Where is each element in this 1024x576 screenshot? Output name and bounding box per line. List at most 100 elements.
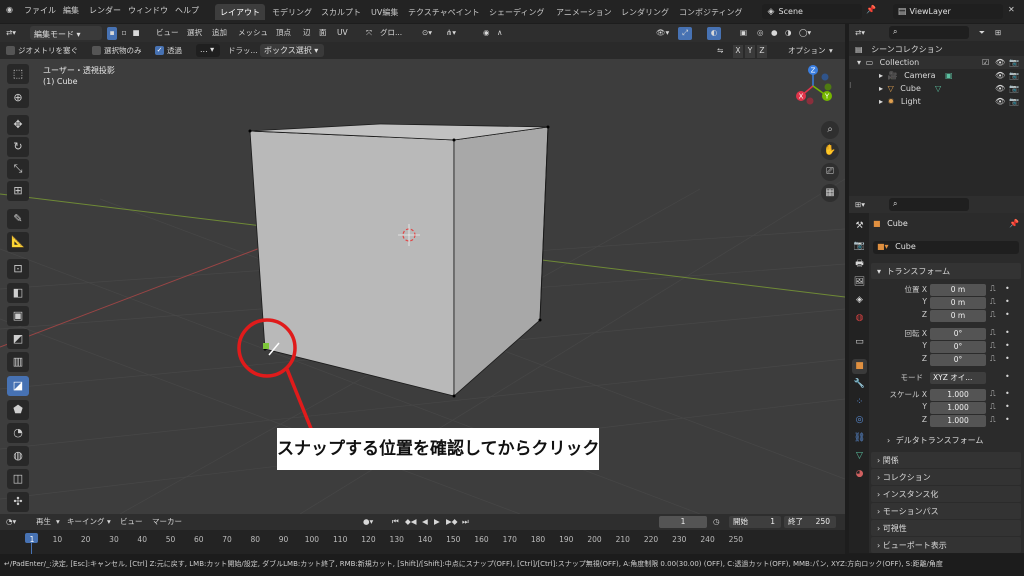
menu-edge[interactable]: 辺 (303, 27, 311, 40)
gizmo-toggle-icon[interactable]: ⤢ (678, 27, 692, 40)
annotate-tool-icon[interactable]: ✎ (7, 209, 29, 229)
start-frame-field[interactable]: 開始 1 (729, 516, 781, 528)
edge-slide-tool-icon[interactable]: ◫ (7, 469, 29, 489)
vertex-select-icon[interactable]: ▪ (107, 27, 117, 40)
mirror-y-toggle[interactable]: Y (745, 45, 755, 58)
menu-uv[interactable]: UV (337, 27, 348, 40)
instancing-panel-header[interactable]: › インスタンス化 (871, 486, 1021, 502)
tab-animation[interactable]: アニメーション (551, 4, 617, 20)
edge-select-icon[interactable]: ▫ (119, 27, 129, 40)
camera-render-icon[interactable]: 📷 (1009, 69, 1019, 82)
transform-panel-header[interactable]: ▾ トランスフォーム (871, 263, 1021, 279)
properties-search-input[interactable]: ⌕ (889, 198, 969, 211)
solid-shading-icon[interactable]: ● (771, 27, 778, 40)
lock-icon[interactable]: ⎍ (990, 297, 996, 307)
viewport-display-panel-header[interactable]: › ビューポート表示 (871, 537, 1021, 553)
next-keyframe-icon[interactable]: ▶◆ (446, 516, 458, 529)
lock-icon[interactable]: ⎍ (990, 389, 996, 399)
menu-window[interactable]: ウィンドウ (128, 5, 168, 16)
lock-icon[interactable]: ⎍ (990, 284, 996, 294)
view-layer-tab-icon[interactable]: 🖼 (852, 275, 867, 290)
pan-hand-icon[interactable]: ✋ (821, 142, 839, 160)
measure-tool-icon[interactable]: 📐 (7, 232, 29, 252)
timeline-editor-icon[interactable]: ◔▾ (6, 516, 16, 529)
viewlayer-selector[interactable]: ▤ ViewLayer (893, 4, 1003, 19)
overlay-toggle-icon[interactable]: ◐ (707, 27, 721, 40)
keyframe-dot-icon[interactable]: • (1005, 354, 1010, 363)
visibility-icon[interactable]: 👁▾ (656, 27, 669, 40)
rotation-mode-dropdown[interactable]: XYZ オイ... (930, 372, 986, 384)
blender-logo-icon[interactable]: ◉ (6, 5, 13, 14)
transform-tool-icon[interactable]: ⊞ (7, 181, 29, 201)
shrink-fatten-tool-icon[interactable]: ✣ (7, 492, 29, 512)
angle-snap-dropdown[interactable]: ... ▾ (196, 44, 220, 57)
menu-edit[interactable]: 編集 (63, 5, 79, 16)
move-tool-icon[interactable]: ✥ (7, 115, 29, 135)
box-select-dropdown[interactable]: ボックス選択 ▾ (260, 44, 324, 57)
timeline-view-menu[interactable]: ビュー (120, 516, 143, 529)
tab-texture-paint[interactable]: テクスチャペイント (403, 4, 485, 20)
keying-menu[interactable]: キーイング (67, 516, 105, 529)
play-reverse-icon[interactable]: ◀ (422, 516, 428, 529)
scale-y-field[interactable]: 1.000 (930, 402, 986, 414)
3d-viewport[interactable]: ユーザー・透視投影 (1) Cube スナップする位置を確認してからクリック Z… (0, 59, 845, 514)
rendered-shading-icon[interactable]: ◯▾ (799, 27, 811, 40)
pin-icon[interactable]: 📌 (1009, 219, 1019, 228)
poly-build-tool-icon[interactable]: ⬟ (7, 400, 29, 420)
navigation-gizmo[interactable]: Z X Y (790, 63, 840, 113)
object-tab-icon[interactable]: ■ (852, 359, 867, 374)
scale-tool-icon[interactable]: ⤡ (7, 159, 29, 179)
menu-file[interactable]: ファイル (24, 5, 56, 16)
expand-icon[interactable]: ▸ (879, 97, 883, 106)
tab-sculpt[interactable]: スカルプト (316, 4, 366, 20)
material-tab-icon[interactable]: ◕ (852, 467, 867, 482)
wireframe-shading-icon[interactable]: ◎ (757, 27, 764, 40)
menu-add[interactable]: 追加 (212, 27, 227, 40)
spin-tool-icon[interactable]: ◔ (7, 423, 29, 443)
delta-transform-subpanel[interactable]: › デルタトランスフォーム (887, 435, 983, 446)
cursor-tool-icon[interactable]: ⊕ (7, 88, 29, 108)
scale-x-field[interactable]: 1.000 (930, 389, 986, 401)
options-dropdown[interactable]: オプション (788, 45, 826, 58)
outliner-row-camera[interactable]: ▸ 🎥 Camera ▣ 👁 📷 (849, 69, 1024, 82)
menu-view[interactable]: ビュー (156, 27, 179, 40)
face-select-icon[interactable]: ■ (131, 27, 141, 40)
smooth-tool-icon[interactable]: ◍ (7, 446, 29, 466)
relations-panel-header[interactable]: › 関係 (871, 452, 1021, 468)
expand-icon[interactable]: ▸ (879, 84, 883, 93)
camera-view-icon[interactable]: ⎚ (821, 163, 839, 181)
collection-render-icon[interactable]: 📷 (1009, 56, 1019, 69)
collections-panel-header[interactable]: › コレクション (871, 469, 1021, 485)
pin-icon[interactable]: 📌 (866, 5, 876, 14)
rotate-tool-icon[interactable]: ↻ (7, 137, 29, 157)
end-frame-field[interactable]: 終了 250 (784, 516, 836, 528)
xray-toggle-icon[interactable]: ▣ (740, 27, 747, 40)
tab-compositing[interactable]: コンポジティング (674, 4, 748, 20)
menu-mesh[interactable]: メッシュ (238, 27, 268, 40)
collection-visibility-icon[interactable]: 👁 (995, 56, 1005, 69)
cube-render-icon[interactable]: 📷 (1009, 82, 1019, 95)
light-render-icon[interactable]: 📷 (1009, 95, 1019, 108)
rotation-y-field[interactable]: 0° (930, 341, 986, 353)
pivot-icon[interactable]: ⊙▾ (422, 27, 432, 40)
timeline-scrubber[interactable]: 1 10 20 30 40 50 60 70 80 90 100 110 120 130 140 150 160… (0, 530, 845, 554)
mirror-z-toggle[interactable]: Z (757, 45, 767, 58)
extrude-tool-icon[interactable]: ◧ (7, 283, 29, 303)
lock-icon[interactable]: ⎍ (990, 328, 996, 338)
outliner-row-light[interactable]: ▸ ✹ Light 👁 📷 (849, 95, 1024, 108)
transform-orientation-icon[interactable]: ⤧ (366, 27, 372, 40)
inset-tool-icon[interactable]: ▣ (7, 306, 29, 326)
render-tab-icon[interactable]: 📷 (852, 239, 867, 254)
location-z-field[interactable]: 0 m (930, 310, 986, 322)
select-box-tool-icon[interactable]: ⬚ (7, 64, 29, 84)
menu-select[interactable]: 選択 (187, 27, 202, 40)
rotation-x-field[interactable]: 0° (930, 328, 986, 340)
menu-help[interactable]: ヘルプ (175, 5, 199, 16)
marker-menu[interactable]: マーカー (152, 516, 182, 529)
outliner-row-cube[interactable]: ▸ ▽ Cube ▽ 👁 📷 (849, 82, 1024, 95)
keyframe-dot-icon[interactable]: • (1005, 297, 1010, 306)
scene-selector[interactable]: ◈ Scene (762, 4, 862, 19)
camera-visibility-icon[interactable]: 👁 (995, 69, 1005, 82)
tool-tab-icon[interactable]: ⚒ (852, 219, 867, 234)
collection-tab-icon[interactable]: ▭ (852, 335, 867, 350)
